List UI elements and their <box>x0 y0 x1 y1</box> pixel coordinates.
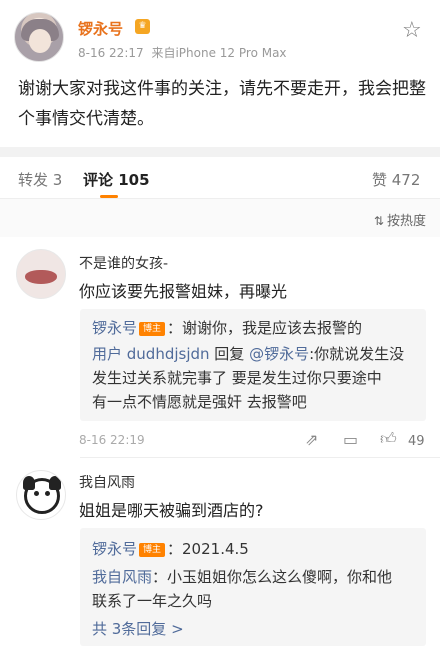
commenter-name[interactable]: 不是谁的女孩- <box>79 253 168 273</box>
reply-author[interactable]: 锣永号 <box>92 319 137 337</box>
like-icon[interactable]: 👍︎ <box>380 429 397 449</box>
reply-line: 锣永号 博主 ：谢谢你，我是应该去报警的 <box>92 317 362 338</box>
post-meta: 8-16 22:17 来自iPhone 12 Pro Max <box>78 44 291 61</box>
comment-item: 我自风雨 姐姐是哪天被骗到酒店的? 锣永号 博主 ：2021.4.5 我自风雨：小玉… <box>0 460 440 657</box>
author-name[interactable]: 锣永号 <box>78 18 123 39</box>
reply-author[interactable]: 我自风雨 <box>92 568 152 586</box>
share-icon[interactable]: ⇗ <box>305 430 318 449</box>
active-tab-indicator <box>100 195 118 198</box>
tab-comments[interactable]: 评论 105 <box>83 169 150 190</box>
reply-thread[interactable]: 锣永号 博主 ：谢谢你，我是应该去报警的 用户 dudhdjsjdn 回复 @锣永号… <box>80 309 426 421</box>
commenter-avatar[interactable] <box>16 470 66 520</box>
author-avatar[interactable] <box>14 12 64 62</box>
post-source: 来自iPhone 12 Pro Max <box>151 46 287 60</box>
more-replies-link[interactable]: 共 3条回复 > <box>92 618 184 639</box>
like-count: 49 <box>408 434 425 449</box>
reply-line: 发生过关系就完事了 要是发生过你只要途中 <box>92 369 382 387</box>
reply-line: 锣永号 博主 ：2021.4.5 <box>92 538 249 559</box>
reply-text: :你就说发生没 <box>309 345 405 363</box>
post-time: 8-16 22:17 <box>78 46 144 60</box>
comment-icon[interactable]: ▭ <box>343 430 358 449</box>
tab-likes[interactable]: 赞 472 <box>372 169 420 190</box>
section-divider <box>0 147 440 157</box>
reply-mention[interactable]: @锣永号 <box>249 345 309 363</box>
reply-line: 有一点不情愿就是强奸 去报警吧 <box>92 393 307 411</box>
reply-line: 用户 dudhdjsjdn 回复 @锣永号:你就说发生没 <box>92 343 404 364</box>
comment-divider <box>80 457 440 458</box>
sort-row: ⇅ 按热度 <box>0 199 440 237</box>
comment-item: 不是谁的女孩- 你应该要先报警姐妹，再曝光 锣永号 博主 ：谢谢你，我是应该去报警的… <box>0 237 440 459</box>
sort-icon: ⇅ <box>373 214 384 228</box>
vip-crown-icon: ♛ <box>135 19 150 34</box>
reply-text: ：谢谢你，我是应该去报警的 <box>167 319 363 337</box>
reply-line: 我自风雨：小玉姐姐你怎么这么傻啊，你和他 <box>92 566 392 587</box>
comment-time: 8-16 22:19 <box>79 433 145 447</box>
favorite-star-icon[interactable]: ☆ <box>402 20 422 42</box>
author-badge: 博主 <box>139 322 166 336</box>
reply-author[interactable]: 用户 dudhdjsjdn <box>92 345 210 363</box>
reply-connector: 回复 <box>209 345 250 363</box>
author-badge: 博主 <box>139 543 166 557</box>
reply-line: 联系了一年之久吗 <box>92 592 213 610</box>
sort-by-hot-button[interactable]: ⇅ 按热度 <box>374 210 426 229</box>
comment-text: 你应该要先报警姐妹，再曝光 <box>79 282 288 301</box>
tab-bar: 转发 3 评论 105 赞 472 <box>0 157 440 199</box>
reply-text: ：小玉姐姐你怎么这么傻啊，你和他 <box>152 568 393 586</box>
reply-thread[interactable]: 锣永号 博主 ：2021.4.5 我自风雨：小玉姐姐你怎么这么傻啊，你和他 联系了一… <box>80 528 426 646</box>
post-header: 锣永号 ♛ 8-16 22:17 来自iPhone 12 Pro Max ☆ <box>0 0 440 66</box>
comment-text: 姐姐是哪天被骗到酒店的? <box>79 501 264 520</box>
sort-label: 按热度 <box>386 214 426 229</box>
tab-repost[interactable]: 转发 3 <box>18 169 62 190</box>
commenter-name[interactable]: 我自风雨 <box>79 472 135 492</box>
commenter-avatar[interactable] <box>16 249 66 299</box>
post-body: 谢谢大家对我这件事的关注，请先不要走开，我会把整个事情交代清楚。 <box>18 79 426 129</box>
reply-text: ：2021.4.5 <box>167 540 249 558</box>
reply-author[interactable]: 锣永号 <box>92 540 137 558</box>
